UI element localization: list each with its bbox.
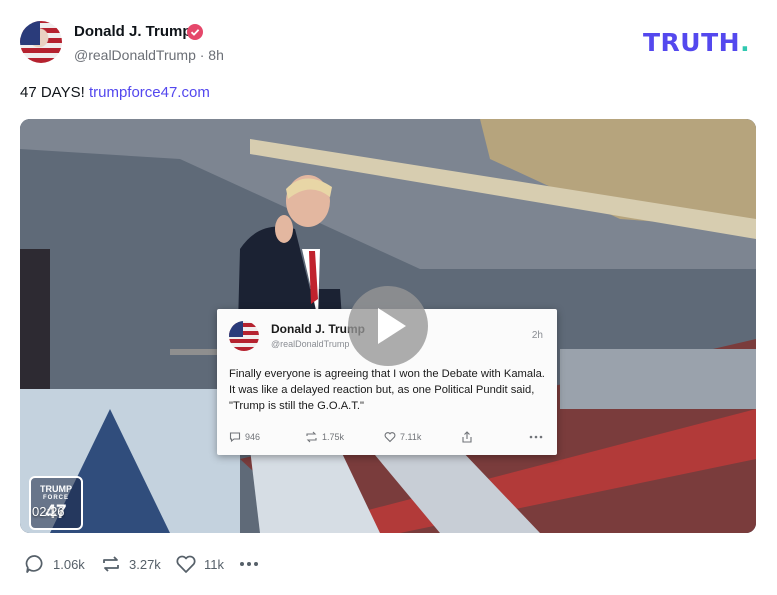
like-count: 11k xyxy=(204,556,224,572)
play-icon xyxy=(378,308,406,344)
heart-icon xyxy=(176,555,196,573)
more-icon xyxy=(529,435,543,439)
embedded-time: 2h xyxy=(531,330,543,341)
like-button[interactable]: 11k xyxy=(175,553,224,575)
trump-force-47-badge: TRUMP FORCE 47 xyxy=(29,476,83,530)
post-text: 47 DAYS! trumpforce47.com xyxy=(20,84,210,101)
author-avatar[interactable] xyxy=(20,21,62,63)
verified-badge-icon xyxy=(187,24,203,40)
embedded-likes: 7.11k xyxy=(384,431,421,443)
post-body: 47 DAYS! xyxy=(20,84,85,101)
retruth-count: 3.27k xyxy=(129,556,161,572)
retruth-icon xyxy=(306,431,317,443)
embedded-actions: 946 1.75k 7.11k xyxy=(229,431,547,445)
video-duration: 02:26 xyxy=(32,504,65,519)
more-options-button[interactable] xyxy=(238,553,260,575)
post-link[interactable]: trumpforce47.com xyxy=(89,84,210,101)
retruth-button[interactable]: 3.27k xyxy=(100,553,161,575)
reply-count: 1.06k xyxy=(53,556,85,572)
reply-icon xyxy=(25,555,43,573)
embedded-text: Finally everyone is agreeing that I won … xyxy=(229,368,545,412)
embedded-retruths: 1.75k xyxy=(305,431,344,443)
share-icon xyxy=(462,431,472,443)
embedded-replies: 946 xyxy=(229,431,260,443)
embedded-avatar xyxy=(229,321,259,351)
more-icon xyxy=(240,562,258,566)
play-button[interactable] xyxy=(348,286,428,366)
heart-icon xyxy=(384,432,396,443)
reply-icon xyxy=(229,432,241,443)
truth-logo[interactable]: TRUTH. xyxy=(643,28,750,57)
retruth-icon xyxy=(103,556,119,572)
author-handle-time: @realDonaldTrump · 8h xyxy=(74,47,224,63)
author-name[interactable]: Donald J. Trump xyxy=(74,23,192,40)
reply-button[interactable]: 1.06k xyxy=(24,553,85,575)
embedded-handle: @realDonaldTrump xyxy=(271,339,350,349)
video-player[interactable]: Donald J. Trump @realDonaldTrump 2h Fina… xyxy=(20,119,756,533)
post-actions: 1.06k 3.27k 11k xyxy=(24,553,324,575)
